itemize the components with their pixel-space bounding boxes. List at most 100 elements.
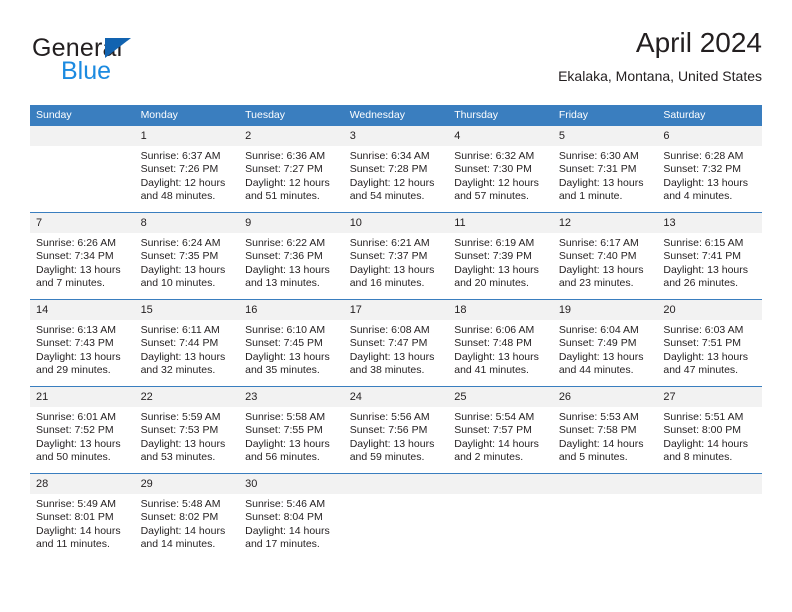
daylight-duration-line1: Daylight: 13 hours [558, 176, 644, 189]
day-cell-content: 20 Sunrise: 6:03 AM Sunset: 7:51 PM Dayligh… [657, 300, 762, 386]
day-number: 16 [239, 300, 344, 320]
day-number: 30 [239, 474, 344, 494]
calendar-day-cell[interactable]: 11 Sunrise: 6:19 AM Sunset: 7:39 PM Dayligh… [448, 212, 553, 300]
day-cell-content: 18 Sunrise: 6:06 AM Sunset: 7:48 PM Dayligh… [448, 300, 553, 386]
sun-times-block: Sunrise: 6:08 AM Sunset: 7:47 PM Daylight:… [344, 320, 449, 378]
calendar-day-cell[interactable]: 29 Sunrise: 5:48 AM Sunset: 8:02 PM Dayligh… [134, 473, 240, 560]
sun-times-block: Sunrise: 6:34 AM Sunset: 7:28 PM Daylight:… [344, 146, 449, 204]
day-number: 2 [239, 126, 344, 146]
day-cell-content [448, 474, 553, 560]
calendar-day-cell[interactable]: 26 Sunrise: 5:53 AM Sunset: 7:58 PM Dayligh… [552, 386, 658, 474]
sunset-time: Sunset: 8:01 PM [36, 511, 114, 524]
sunrise-time: Sunrise: 6:21 AM [349, 237, 430, 249]
calendar-day-cell [343, 473, 449, 560]
calendar-day-cell[interactable]: 5 Sunrise: 6:30 AM Sunset: 7:31 PM Daylight… [552, 126, 658, 213]
sun-times-block [448, 494, 553, 498]
calendar-day-cell[interactable]: 21 Sunrise: 6:01 AM Sunset: 7:52 PM Dayligh… [30, 386, 135, 474]
daylight-duration-line2: and 7 minutes. [36, 277, 105, 290]
calendar-day-cell[interactable]: 19 Sunrise: 6:04 AM Sunset: 7:49 PM Dayligh… [552, 299, 658, 387]
sunset-time: Sunset: 7:56 PM [349, 424, 428, 437]
sunrise-time: Sunrise: 6:10 AM [245, 324, 326, 336]
calendar-day-cell [552, 473, 658, 560]
calendar-day-cell[interactable]: 4 Sunrise: 6:32 AM Sunset: 7:30 PM Daylight… [448, 126, 553, 213]
calendar-day-cell[interactable]: 18 Sunrise: 6:06 AM Sunset: 7:48 PM Dayligh… [448, 299, 553, 387]
calendar-day-cell[interactable]: 6 Sunrise: 6:28 AM Sunset: 7:32 PM Daylight… [657, 126, 762, 213]
day-cell-content: 26 Sunrise: 5:53 AM Sunset: 7:58 PM Dayligh… [552, 387, 658, 473]
day-cell-content [657, 474, 762, 560]
daylight-duration-line1: Daylight: 14 hours [663, 437, 749, 450]
daylight-duration-line1: Daylight: 12 hours [245, 176, 330, 189]
day-cell-content: 8 Sunrise: 6:24 AM Sunset: 7:35 PM Daylight… [134, 213, 240, 299]
calendar-day-cell[interactable]: 24 Sunrise: 5:56 AM Sunset: 7:56 PM Dayligh… [343, 386, 449, 474]
sunrise-time: Sunrise: 6:28 AM [663, 150, 744, 162]
calendar-day-cell[interactable]: 13 Sunrise: 6:15 AM Sunset: 7:41 PM Dayligh… [657, 212, 762, 300]
calendar-day-cell[interactable]: 12 Sunrise: 6:17 AM Sunset: 7:40 PM Dayligh… [552, 212, 658, 300]
sunset-time: Sunset: 7:48 PM [454, 337, 532, 350]
sun-times-block [553, 494, 658, 498]
calendar-day-cell[interactable]: 1 Sunrise: 6:37 AM Sunset: 7:26 PM Daylight… [134, 126, 240, 213]
sunset-time: Sunset: 8:02 PM [140, 511, 219, 524]
daylight-duration-line1: Daylight: 14 hours [140, 524, 226, 537]
title-block: April 2024 Ekalaka, Montana, United Stat… [558, 26, 762, 85]
sun-times-block: Sunrise: 6:19 AM Sunset: 7:39 PM Daylight:… [448, 233, 553, 291]
sunset-time: Sunset: 7:28 PM [349, 163, 428, 176]
daylight-duration-line1: Daylight: 13 hours [36, 263, 121, 276]
daylight-duration-line1: Daylight: 12 hours [454, 176, 539, 189]
sun-times-block: Sunrise: 6:22 AM Sunset: 7:36 PM Daylight:… [239, 233, 344, 291]
day-cell-content: 11 Sunrise: 6:19 AM Sunset: 7:39 PM Dayligh… [448, 213, 553, 299]
calendar-day-cell[interactable]: 8 Sunrise: 6:24 AM Sunset: 7:35 PM Daylight… [134, 212, 240, 300]
calendar-day-cell[interactable]: 14 Sunrise: 6:13 AM Sunset: 7:43 PM Dayligh… [30, 299, 135, 387]
general-blue-logo: General Blue [30, 34, 230, 90]
sunset-time: Sunset: 7:55 PM [245, 424, 323, 437]
sun-times-block: Sunrise: 6:11 AM Sunset: 7:44 PM Daylight:… [135, 320, 240, 378]
day-cell-content: 28 Sunrise: 5:49 AM Sunset: 8:01 PM Dayligh… [30, 474, 135, 560]
day-cell-content: 30 Sunrise: 5:46 AM Sunset: 8:04 PM Dayligh… [239, 474, 344, 560]
day-cell-content [343, 474, 449, 560]
calendar-day-cell[interactable]: 15 Sunrise: 6:11 AM Sunset: 7:44 PM Dayligh… [134, 299, 240, 387]
calendar-day-cell[interactable]: 7 Sunrise: 6:26 AM Sunset: 7:34 PM Daylight… [30, 212, 135, 300]
daylight-duration-line1: Daylight: 13 hours [349, 350, 435, 363]
sunset-time: Sunset: 7:34 PM [36, 250, 114, 263]
day-number: 27 [657, 387, 762, 407]
sun-times-block: Sunrise: 6:10 AM Sunset: 7:45 PM Daylight:… [239, 320, 344, 378]
calendar-week-row: 28 Sunrise: 5:49 AM Sunset: 8:01 PM Dayligh… [30, 473, 762, 560]
day-cell-content: 22 Sunrise: 5:59 AM Sunset: 7:53 PM Dayligh… [134, 387, 240, 473]
sunset-time: Sunset: 8:04 PM [245, 511, 323, 524]
daylight-duration-line1: Daylight: 13 hours [245, 437, 330, 450]
sunrise-time: Sunrise: 6:06 AM [454, 324, 535, 336]
calendar-day-cell[interactable]: 28 Sunrise: 5:49 AM Sunset: 8:01 PM Dayligh… [30, 473, 135, 560]
calendar-day-cell[interactable]: 2 Sunrise: 6:36 AM Sunset: 7:27 PM Daylight… [239, 126, 344, 213]
calendar-day-cell[interactable]: 20 Sunrise: 6:03 AM Sunset: 7:51 PM Dayligh… [657, 299, 762, 387]
calendar-day-cell[interactable]: 27 Sunrise: 5:51 AM Sunset: 8:00 PM Dayligh… [657, 386, 762, 474]
calendar-day-cell[interactable]: 10 Sunrise: 6:21 AM Sunset: 7:37 PM Dayligh… [343, 212, 449, 300]
day-number: 9 [239, 213, 344, 233]
day-cell-content: 24 Sunrise: 5:56 AM Sunset: 7:56 PM Dayligh… [343, 387, 449, 473]
sunset-time: Sunset: 7:36 PM [245, 250, 323, 263]
calendar-day-cell[interactable]: 17 Sunrise: 6:08 AM Sunset: 7:47 PM Dayligh… [343, 299, 449, 387]
calendar-day-cell[interactable]: 9 Sunrise: 6:22 AM Sunset: 7:36 PM Daylight… [239, 212, 344, 300]
day-number: 12 [552, 213, 658, 233]
day-cell-content: 2 Sunrise: 6:36 AM Sunset: 7:27 PM Daylight… [239, 126, 344, 212]
day-number: 6 [657, 126, 762, 146]
calendar-day-cell[interactable]: 3 Sunrise: 6:34 AM Sunset: 7:28 PM Daylight… [343, 126, 449, 213]
calendar-day-cell[interactable]: 30 Sunrise: 5:46 AM Sunset: 8:04 PM Dayligh… [239, 473, 344, 560]
sun-times-block: Sunrise: 6:36 AM Sunset: 7:27 PM Daylight:… [239, 146, 344, 204]
sun-times-block: Sunrise: 5:49 AM Sunset: 8:01 PM Daylight:… [30, 494, 135, 552]
sunrise-time: Sunrise: 6:04 AM [558, 324, 639, 336]
daylight-duration-line2: and 17 minutes. [245, 538, 320, 551]
sunrise-time: Sunrise: 5:56 AM [349, 411, 430, 423]
sunset-time: Sunset: 7:32 PM [663, 163, 742, 176]
day-cell-content: 17 Sunrise: 6:08 AM Sunset: 7:47 PM Dayligh… [343, 300, 449, 386]
sunrise-time: Sunrise: 6:30 AM [558, 150, 639, 162]
calendar-header-row: Sunday Monday Tuesday Wednesday Thursday… [30, 105, 762, 126]
calendar-day-cell[interactable]: 25 Sunrise: 5:54 AM Sunset: 7:57 PM Dayligh… [448, 386, 553, 474]
calendar-day-cell[interactable]: 16 Sunrise: 6:10 AM Sunset: 7:45 PM Dayligh… [239, 299, 344, 387]
calendar-day-cell[interactable]: 22 Sunrise: 5:59 AM Sunset: 7:53 PM Dayligh… [134, 386, 240, 474]
sun-times-block: Sunrise: 6:06 AM Sunset: 7:48 PM Daylight:… [448, 320, 553, 378]
calendar-week-row: 21 Sunrise: 6:01 AM Sunset: 7:52 PM Dayligh… [30, 386, 762, 474]
daylight-duration-line2: and 48 minutes. [140, 190, 216, 203]
day-cell-content: 13 Sunrise: 6:15 AM Sunset: 7:41 PM Dayligh… [657, 213, 762, 299]
daylight-duration-line1: Daylight: 13 hours [558, 350, 644, 363]
calendar-day-cell[interactable]: 23 Sunrise: 5:58 AM Sunset: 7:55 PM Dayligh… [239, 386, 344, 474]
day-number [552, 474, 658, 494]
